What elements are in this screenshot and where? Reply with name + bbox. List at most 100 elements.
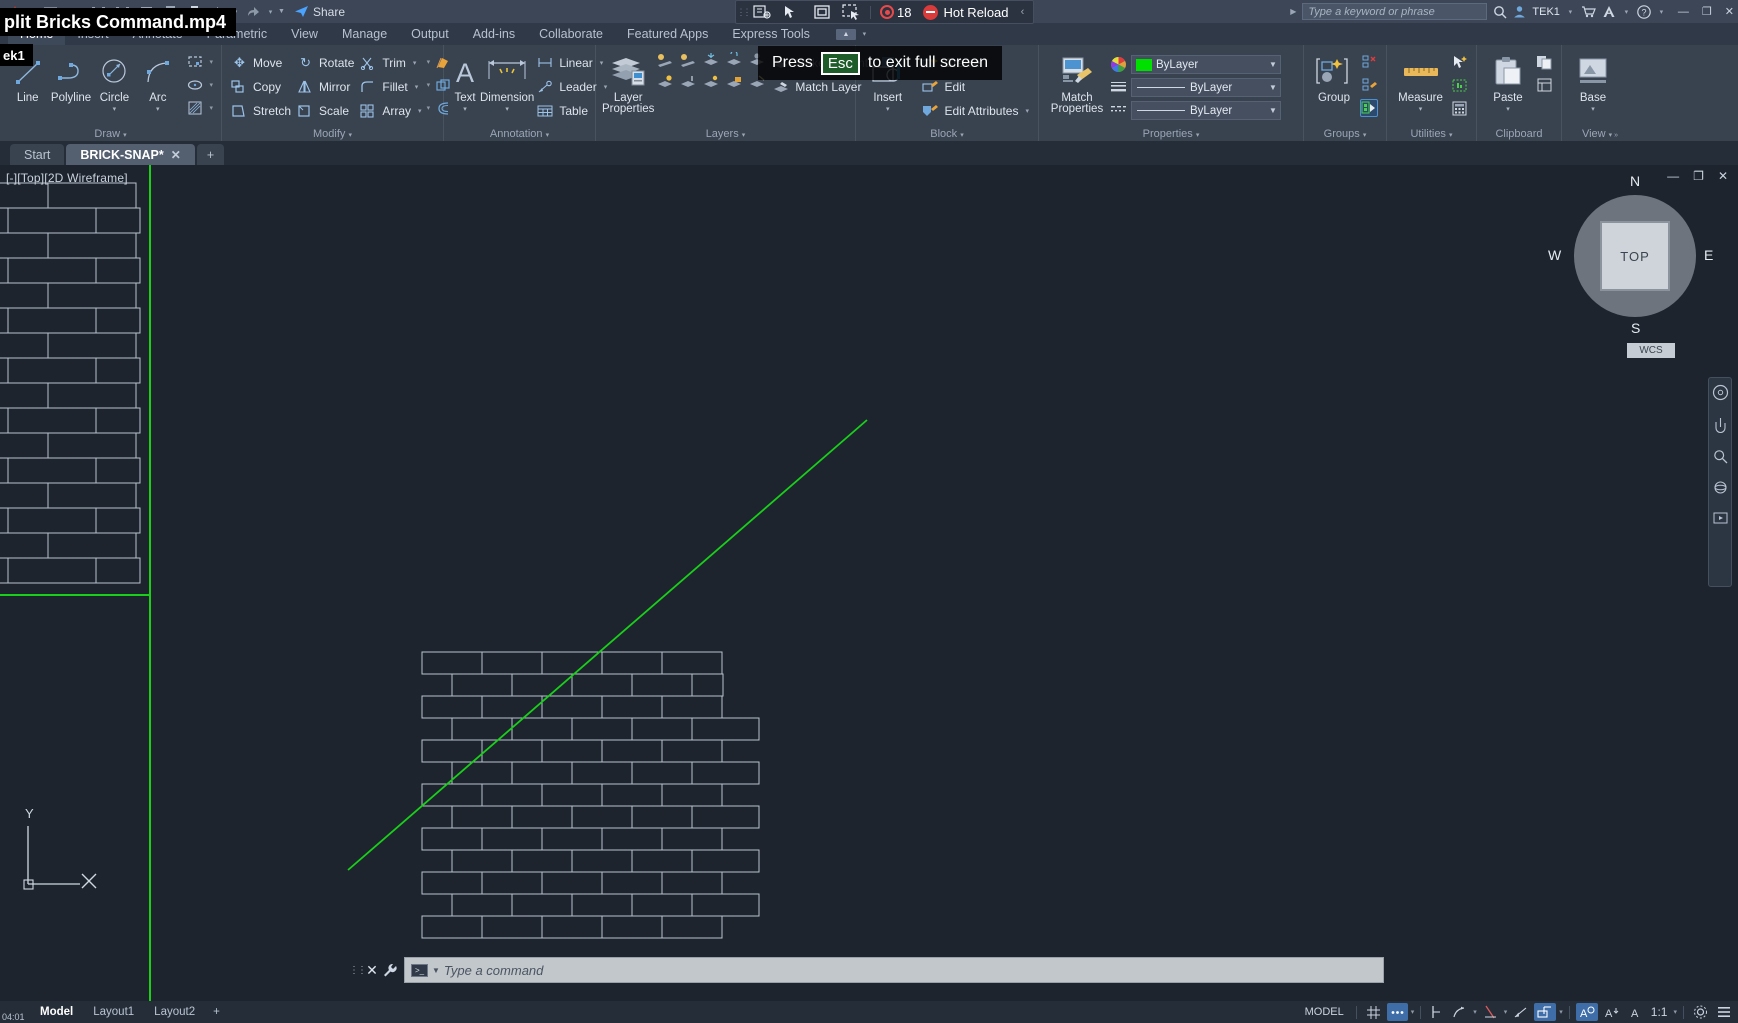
annotation-scale-icon[interactable]: A <box>1576 1003 1598 1021</box>
erase-caret-icon[interactable]: ▾ <box>427 58 431 66</box>
offset-caret-icon[interactable]: ▾ <box>427 104 431 112</box>
layer-sun-icon[interactable] <box>702 73 720 91</box>
circle-dropdown-caret-icon[interactable]: ▾ <box>113 105 117 113</box>
showmotion-icon[interactable] <box>1713 511 1728 525</box>
screen-capture-icon[interactable] <box>837 1 867 23</box>
color-combo[interactable]: ByLayer ▼ <box>1131 55 1281 74</box>
quick-measure-icon[interactable] <box>1450 76 1468 94</box>
base-dropdown-caret-icon[interactable]: ▾ <box>1591 105 1595 113</box>
recorder-grip-icon[interactable]: ⋮⋮ <box>738 7 747 18</box>
hatch-caret-icon[interactable]: ▾ <box>210 104 214 112</box>
layer-properties-button[interactable]: Layer Properties <box>602 49 654 115</box>
customize-icon[interactable]: ▼ <box>277 8 286 15</box>
polar-caret-icon[interactable]: ▾ <box>1504 1008 1508 1016</box>
annotation-text-button[interactable]: A Text ▾ <box>450 49 480 113</box>
layer-freeze-icon[interactable] <box>702 51 720 69</box>
explode-caret-icon[interactable]: ▾ <box>427 81 431 89</box>
panel-properties-title[interactable]: Properties ▾ <box>1039 128 1303 140</box>
search-icon[interactable] <box>1493 5 1507 19</box>
help-caret-icon[interactable]: ▾ <box>1622 8 1631 16</box>
annotation-scale-value[interactable]: 1:1 <box>1648 1003 1671 1021</box>
layer-unlock-icon[interactable] <box>725 73 743 91</box>
panel-modify-title[interactable]: Modify ▾ <box>222 128 443 140</box>
group-edit-icon[interactable] <box>1360 76 1378 94</box>
panel-annotation-title[interactable]: Annotation ▾ <box>444 128 595 140</box>
insert-dropdown-caret-icon[interactable]: ▾ <box>886 105 890 113</box>
rectangle-caret-icon[interactable]: ▾ <box>210 58 214 66</box>
paste-dropdown-caret-icon[interactable]: ▾ <box>1506 105 1510 113</box>
color-wheel-icon[interactable] <box>1109 55 1127 74</box>
linetype-combo-caret-icon[interactable]: ▼ <box>1266 106 1280 115</box>
window-capture-icon[interactable] <box>807 1 837 23</box>
layer-lock-icon[interactable] <box>725 51 743 69</box>
annotation-scale-caret-icon[interactable]: ▾ <box>1673 1008 1677 1016</box>
panel-view-title[interactable]: View ▾ » <box>1562 128 1638 140</box>
cut-clip-icon[interactable] <box>1535 76 1553 94</box>
grid-display-icon[interactable] <box>1363 1003 1384 1021</box>
lineweight-combo-caret-icon[interactable]: ▼ <box>1266 83 1280 92</box>
ortho-mode-icon[interactable] <box>1449 1003 1470 1021</box>
modify-copy-button[interactable]: Copy <box>228 76 294 98</box>
ellipse-caret-icon[interactable]: ▾ <box>210 81 214 89</box>
trim-caret-icon[interactable]: ▾ <box>413 59 417 67</box>
panel-block-title[interactable]: Block ▾ <box>856 128 1038 140</box>
hot-reload-button[interactable]: Hot Reload <box>917 5 1014 20</box>
command-line-grip-icon[interactable]: ⋮⋮ <box>352 960 362 980</box>
object-snap-tracking-icon[interactable] <box>1510 1003 1531 1021</box>
customization-icon[interactable] <box>1714 1003 1734 1021</box>
restore-button[interactable]: ❐ <box>1702 5 1712 18</box>
close-icon[interactable]: ✕ <box>171 148 181 162</box>
zoom-icon[interactable] <box>1713 449 1728 464</box>
copy-clip-icon[interactable] <box>1535 53 1553 71</box>
measure-button[interactable]: Measure ▾ <box>1393 49 1448 113</box>
edit-attributes-caret-icon[interactable]: ▾ <box>1025 107 1029 115</box>
modify-move-button[interactable]: ✥ Move <box>228 52 294 74</box>
view-cube-face[interactable]: TOP <box>1600 221 1670 291</box>
measure-dropdown-caret-icon[interactable]: ▾ <box>1419 105 1423 113</box>
ribbon-minimize-control[interactable]: ▲ ▾ <box>836 29 869 40</box>
layout-tab-layout1[interactable]: Layout1 <box>83 1001 144 1023</box>
ribbon-tab-output[interactable]: Output <box>399 23 461 45</box>
modify-trim-button[interactable]: Trim ▾ <box>357 52 424 74</box>
question-icon[interactable]: ? <box>1637 5 1651 19</box>
model-space-toggle[interactable]: MODEL <box>1299 1006 1350 1018</box>
text-dropdown-caret-icon[interactable]: ▾ <box>463 105 467 113</box>
orbit-icon[interactable] <box>1713 480 1728 495</box>
file-tab-brick-snap[interactable]: BRICK-SNAP* ✕ <box>66 144 194 165</box>
search-expand-icon[interactable]: ▶ <box>1290 7 1296 16</box>
command-input[interactable]: >_ ▼ Type a command <box>404 957 1384 983</box>
group-selection-on-off-icon[interactable] <box>1360 99 1378 117</box>
account-caret-icon[interactable]: ▾ <box>1566 8 1575 16</box>
redo-caret-icon[interactable]: ▾ <box>266 8 275 16</box>
user-name-label[interactable]: TEK1 <box>1532 6 1560 18</box>
hatch-icon[interactable] <box>186 99 204 117</box>
block-edit-attributes-button[interactable]: Edit Attributes ▾ <box>919 100 1032 122</box>
quick-select-icon[interactable] <box>1450 53 1468 71</box>
ribbon-tab-collaborate[interactable]: Collaborate <box>527 23 615 45</box>
polar-tracking-icon[interactable] <box>1480 1003 1501 1021</box>
ellipse-icon[interactable] <box>186 76 204 94</box>
paste-button[interactable]: Paste ▾ <box>1483 49 1533 113</box>
layer-unisolate-icon[interactable] <box>679 51 697 69</box>
ribbon-tab-view[interactable]: View <box>279 23 330 45</box>
close-button[interactable]: ✕ <box>1725 5 1734 18</box>
command-line-close-icon[interactable]: ✕ <box>362 962 382 979</box>
array-caret-icon[interactable]: ▾ <box>418 107 422 115</box>
view-cube-east-label[interactable]: E <box>1704 247 1713 263</box>
add-layout-button[interactable]: + <box>205 1001 228 1023</box>
calculator-icon[interactable] <box>1450 99 1468 117</box>
ribbon-tab-manage[interactable]: Manage <box>330 23 399 45</box>
steering-wheel-icon[interactable] <box>1712 384 1729 401</box>
recorder-count[interactable]: 18 <box>874 5 917 20</box>
panel-utilities-title[interactable]: Utilities ▾ <box>1387 128 1476 140</box>
ribbon-tab-featured-apps[interactable]: Featured Apps <box>615 23 720 45</box>
layout-tab-model[interactable]: Model <box>30 1001 83 1023</box>
fillet-caret-icon[interactable]: ▾ <box>415 83 419 91</box>
question-caret-icon[interactable]: ▾ <box>1657 8 1666 16</box>
panel-groups-title[interactable]: Groups ▾ <box>1304 128 1386 140</box>
command-line-wrench-icon[interactable] <box>382 963 404 978</box>
minimize-button[interactable]: — <box>1678 6 1689 18</box>
modify-fillet-button[interactable]: Fillet ▾ <box>357 76 424 98</box>
workspace-switching-icon[interactable] <box>1690 1003 1711 1021</box>
panel-draw-title[interactable]: Draw ▾ <box>0 128 221 140</box>
